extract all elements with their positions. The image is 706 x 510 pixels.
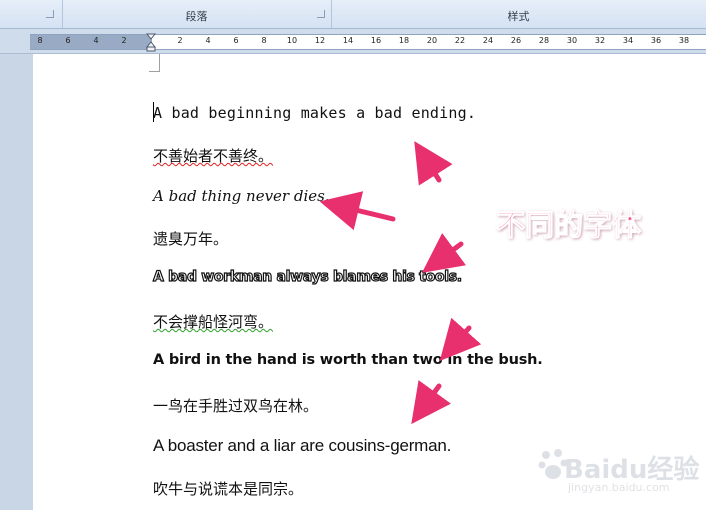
ruler-tick: 12 <box>314 36 326 45</box>
doc-line-6[interactable]: 不会撑船怪河弯。 <box>153 311 273 332</box>
ruler-tick: 6 <box>65 36 71 45</box>
document-page[interactable]: A bad beginning makes a bad ending. 不善始者… <box>33 54 706 510</box>
ruler-tick: 4 <box>93 36 99 45</box>
ruler-tick: 2 <box>121 36 127 45</box>
dialog-launcher-icon[interactable] <box>317 10 325 18</box>
ruler-tick: 36 <box>650 36 662 45</box>
ruler-tick: 24 <box>482 36 494 45</box>
ribbon-group-styles: 样式 <box>331 0 706 28</box>
doc-line-2[interactable]: 不善始者不善终。 <box>153 145 273 166</box>
ruler-tick: 10 <box>286 36 298 45</box>
arrow-icon <box>319 191 396 231</box>
ruler-tick: 22 <box>454 36 466 45</box>
horizontal-ruler-bar: 8 6 4 2 2 4 6 8 10 12 14 16 18 20 22 24 … <box>0 29 706 54</box>
ruler-tick: 16 <box>370 36 382 45</box>
ruler-tick: 18 <box>398 36 410 45</box>
doc-line-7[interactable]: A bird in the hand is worth than two in … <box>153 352 543 368</box>
doc-line-10[interactable]: 吹牛与说谎本是同宗。 <box>153 478 303 499</box>
ruler-left-margin <box>30 35 152 49</box>
ruler-tick: 14 <box>342 36 354 45</box>
group-label-paragraph: 段落 <box>185 10 208 23</box>
ruler-tick: 20 <box>426 36 438 45</box>
ribbon-group-strip: 段落 样式 <box>0 0 706 29</box>
ruler-tick: 34 <box>622 36 634 45</box>
arrow-icon <box>421 233 466 273</box>
ruler-tick: 28 <box>538 36 550 45</box>
doc-line-6-text: 不会撑船怪河弯。 <box>153 313 274 331</box>
doc-line-8[interactable]: 一鸟在手胜过双鸟在林。 <box>153 395 318 416</box>
ruler-tick: 32 <box>594 36 606 45</box>
ruler-tick: 4 <box>205 36 211 45</box>
horizontal-ruler[interactable]: 8 6 4 2 2 4 6 8 10 12 14 16 18 20 22 24 … <box>30 34 706 50</box>
doc-line-4[interactable]: 遗臭万年。 <box>153 228 228 249</box>
ruler-tick: 26 <box>510 36 522 45</box>
baidu-watermark: Baidu经验 jingyan.baidu.com <box>538 439 706 499</box>
arrow-icon <box>414 141 453 186</box>
ruler-tick: 38 <box>678 36 690 45</box>
ruler-tick: 2 <box>177 36 183 45</box>
ribbon-group-paragraph: 段落 <box>62 0 332 28</box>
left-gutter <box>0 54 33 510</box>
indent-marker-icon[interactable] <box>146 31 156 53</box>
doc-line-1[interactable]: A bad beginning makes a bad ending. <box>153 104 476 122</box>
arrow-icon <box>411 380 451 425</box>
watermark-url: jingyan.baidu.com <box>568 481 670 494</box>
annotation-different-fonts: 不同的字体 <box>495 208 642 243</box>
doc-line-9[interactable]: A boaster and a liar are cousins-german. <box>153 436 451 456</box>
ribbon-group-font <box>0 0 63 28</box>
ruler-tick: 8 <box>261 36 267 45</box>
arrow-icon <box>439 317 482 361</box>
doc-line-3[interactable]: A bad thing never dies. <box>153 187 330 205</box>
ruler-tick: 8 <box>37 36 43 45</box>
doc-line-5[interactable]: A bad workman always blames his tools. <box>152 268 462 285</box>
ruler-tick: 30 <box>566 36 578 45</box>
ruler-tick: 6 <box>233 36 239 45</box>
dialog-launcher-icon[interactable] <box>46 10 54 18</box>
margin-corner-mark <box>149 54 160 72</box>
doc-line-2-text: 不善始者不善终。 <box>153 147 274 165</box>
group-label-styles: 样式 <box>507 10 530 23</box>
